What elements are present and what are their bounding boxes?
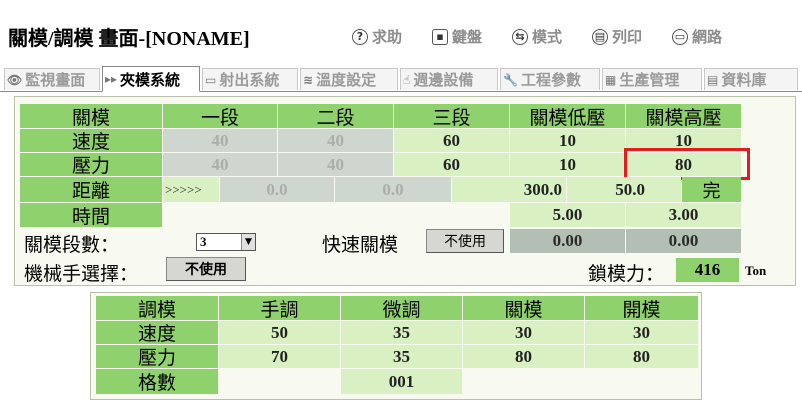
speed-stage2[interactable]: 40 (278, 129, 393, 152)
stage-count-label: 關模段數： (24, 235, 120, 256)
network-icon: ▭ (672, 28, 688, 45)
tab-engineering-label: 工程參數 (520, 73, 581, 89)
adjust-speed-fine[interactable]: 35 (341, 321, 462, 344)
clamp-force-unit: Ton (745, 263, 767, 278)
adjust-pressure-fine[interactable]: 35 (341, 345, 462, 368)
stage1-header: 一段 (163, 104, 277, 129)
adjust-speed-open[interactable]: 30 (585, 321, 698, 344)
wrench-icon: 🔧 (503, 72, 518, 87)
injection-icon: ▭ (205, 72, 217, 87)
stage-count-select[interactable]: 3 ▼ (196, 233, 256, 251)
highlight-box (624, 148, 750, 180)
database-icon: ▤ (707, 72, 719, 87)
high-pressure-header: 關模高壓 (626, 104, 741, 129)
low-pressure-header: 關模低壓 (510, 104, 625, 129)
stage3-header: 三段 (394, 104, 509, 129)
speed-stage3[interactable]: 60 (394, 129, 509, 152)
adjust-pressure-close[interactable]: 80 (463, 345, 584, 368)
adjust-count-value[interactable]: 001 (341, 369, 462, 394)
print-label: 列印 (612, 30, 643, 46)
help-icon: ? (352, 28, 368, 45)
adjust-pressure-label: 壓力 (96, 345, 218, 369)
tab-engineering[interactable]: 🔧 工程參數 (500, 68, 600, 90)
distance-label: 距離 (20, 177, 162, 202)
distance-complete-status: 完 (682, 177, 741, 202)
speed-label: 速度 (20, 129, 162, 153)
network-label: 網路 (692, 30, 723, 46)
mode-button[interactable]: ⇆ 模式 (512, 26, 562, 47)
time-low-pressure[interactable]: 5.00 (510, 203, 625, 227)
tab-monitor-label: 監視畫面 (25, 73, 86, 89)
pressure-stage2[interactable]: 40 (278, 153, 393, 176)
tab-monitor[interactable]: 👁 監視畫面 (4, 68, 100, 90)
pressure-stage3[interactable]: 60 (394, 153, 509, 176)
adjust-speed-label: 速度 (96, 321, 218, 345)
help-label: 求助 (372, 30, 403, 46)
fast-close-reading-2: 0.00 (626, 229, 741, 253)
tab-peripheral[interactable]: ☝ 週邊設備 (400, 68, 498, 90)
tab-temperature[interactable]: ≋ 溫度設定 (300, 68, 398, 90)
production-icon: ▦ (605, 72, 617, 87)
stage-count-value: 3 (200, 234, 207, 249)
mode-icon: ⇆ (512, 28, 528, 45)
distance-low-pressure[interactable]: 50.0 (567, 177, 681, 202)
distance-progress-marker: >>>>> (163, 177, 219, 202)
network-button[interactable]: ▭ 網路 (672, 26, 722, 47)
mode-label: 模式 (532, 30, 563, 46)
tab-clamp-label: 夾模系統 (120, 72, 181, 89)
tab-injection-label: 射出系統 (219, 73, 280, 89)
adjust-close-header: 關模 (463, 296, 584, 321)
adjust-pressure-open[interactable]: 80 (585, 345, 698, 368)
tab-peripheral-label: 週邊設備 (413, 73, 474, 89)
adjust-pressure-manual[interactable]: 70 (219, 345, 340, 368)
clamp-force-label: 鎖模力： (588, 264, 665, 285)
distance-stage1: 0.0 (220, 177, 334, 202)
clamp-icon: ▸▸ (105, 72, 118, 86)
time-label: 時間 (20, 203, 162, 228)
keyboard-button[interactable]: ▪ 鍵盤 (432, 26, 482, 47)
time-high-pressure[interactable]: 3.00 (626, 203, 741, 227)
distance-stage2: 0.0 (335, 177, 451, 202)
adjust-speed-manual[interactable]: 50 (219, 321, 340, 344)
tab-database-label: 資料庫 (721, 73, 767, 89)
robot-select-button[interactable]: 不使用 (166, 257, 246, 281)
tab-production-label: 生產管理 (619, 73, 680, 89)
eye-icon: 👁 (7, 72, 23, 87)
manual-adjust-header: 手調 (219, 296, 340, 321)
clamp-force-value: 416 (676, 258, 739, 282)
tab-injection[interactable]: ▭ 射出系統 (202, 68, 298, 90)
mold-adjust-header: 調模 (96, 296, 218, 321)
print-button[interactable]: ▤ 列印 (592, 26, 642, 47)
help-button[interactable]: ? 求助 (352, 26, 402, 47)
keyboard-label: 鍵盤 (452, 30, 483, 46)
chevron-down-icon[interactable]: ▼ (241, 234, 255, 250)
speed-low-pressure[interactable]: 10 (510, 129, 625, 152)
speed-stage1[interactable]: 40 (163, 129, 277, 152)
keyboard-icon: ▪ (432, 28, 448, 45)
pressure-low-pressure[interactable]: 10 (510, 153, 625, 176)
adjust-open-header: 開模 (585, 296, 698, 321)
mold-close-header: 關模 (20, 104, 162, 129)
peripheral-icon: ☝ (403, 72, 411, 87)
stage2-header: 二段 (278, 104, 393, 129)
adjust-speed-close[interactable]: 30 (463, 321, 584, 344)
tab-temperature-label: 溫度設定 (316, 73, 377, 89)
fast-close-button[interactable]: 不使用 (426, 229, 504, 253)
robot-select-label: 機械手選擇： (24, 264, 139, 285)
adjust-count-label: 格數 (96, 369, 218, 394)
print-icon: ▤ (592, 28, 608, 45)
tab-clamp[interactable]: ▸▸ 夾模系統 (102, 66, 200, 92)
fast-close-label: 快速關模 (322, 235, 399, 256)
distance-stage3[interactable]: 300.0 (452, 177, 566, 202)
temperature-icon: ≋ (303, 72, 314, 87)
tab-production[interactable]: ▦ 生產管理 (602, 68, 702, 90)
window-title: 關模/調模 畫面-[NONAME] (8, 28, 250, 50)
tab-database[interactable]: ▤ 資料庫 (704, 68, 798, 90)
fast-close-reading-1: 0.00 (510, 229, 625, 253)
pressure-stage1[interactable]: 40 (163, 153, 277, 176)
fine-adjust-header: 微調 (341, 296, 462, 321)
pressure-label: 壓力 (20, 153, 162, 177)
